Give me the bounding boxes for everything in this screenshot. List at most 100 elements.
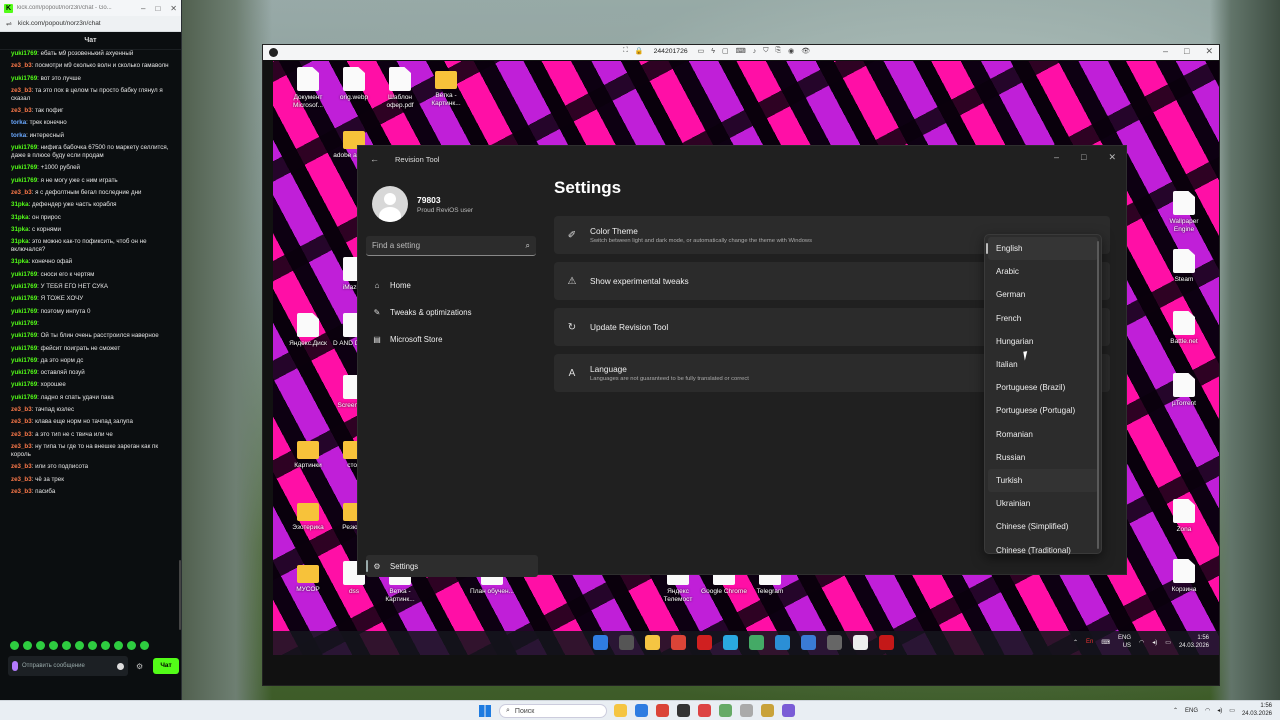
back-arrow-icon[interactable]: ←: [370, 154, 379, 164]
app-icon[interactable]: [761, 704, 774, 717]
language-option[interactable]: Russian: [988, 446, 1098, 469]
app-icon[interactable]: [782, 704, 795, 717]
emote-icon[interactable]: [140, 641, 149, 650]
windows-start-icon[interactable]: [593, 635, 608, 650]
close-icon[interactable]: ✕: [170, 4, 177, 13]
app-icon[interactable]: [719, 704, 732, 717]
emote-icon[interactable]: [23, 641, 32, 650]
close-icon[interactable]: ✕: [1108, 152, 1116, 163]
keyboard-icon[interactable]: ⌨: [736, 47, 746, 55]
sidebar-item-home[interactable]: ⌂ Home: [366, 274, 538, 296]
chevron-up-icon[interactable]: ⌃: [1173, 707, 1178, 714]
sidebar-item-store[interactable]: ▤ Microsoft Store: [366, 328, 538, 350]
chat-username[interactable]: 31pka: [11, 238, 29, 245]
chat-username[interactable]: ze3_b3: [11, 107, 32, 114]
minimize-icon[interactable]: –: [1054, 152, 1059, 163]
windows-start-icon[interactable]: [479, 705, 491, 717]
chat-username[interactable]: yuki1769: [11, 283, 37, 290]
desktop-icon[interactable]: orig.webp: [329, 67, 379, 102]
app-icon[interactable]: [740, 704, 753, 717]
emote-icon[interactable]: [114, 641, 123, 650]
desktop-icon[interactable]: Эзотерика: [283, 499, 333, 532]
battery-icon[interactable]: ▭: [1229, 707, 1235, 714]
tray-en-indicator[interactable]: En: [1086, 639, 1093, 645]
chat-username[interactable]: yuki1769: [11, 295, 37, 302]
desktop-icon[interactable]: Корзина: [1159, 559, 1209, 594]
display-icon[interactable]: ▢: [722, 47, 729, 55]
language-option[interactable]: Italian: [988, 353, 1098, 376]
desktop-icon[interactable]: Ветка - Картинк...: [421, 67, 471, 108]
chat-username[interactable]: 31pka: [11, 201, 29, 208]
host-search-box[interactable]: ⌕ Поиск: [499, 704, 607, 718]
language-dropdown[interactable]: English Arabic German French Hungarian Italia…: [984, 234, 1102, 555]
desktop-icon[interactable]: Документ Microsof...: [283, 67, 333, 110]
language-option[interactable]: Portuguese (Brazil): [988, 376, 1098, 399]
settings-search-input[interactable]: Find a setting ⌕: [366, 236, 536, 256]
maximize-icon[interactable]: □: [155, 4, 160, 13]
chat-username[interactable]: ze3_b3: [11, 476, 32, 483]
emote-icon[interactable]: [88, 641, 97, 650]
keyboard-icon[interactable]: ⌨: [1101, 639, 1110, 646]
chat-url[interactable]: kick.com/popout/norz3n/chat: [18, 20, 101, 27]
sidebar-item-settings[interactable]: ⚙ Settings: [366, 555, 538, 577]
chat-username[interactable]: yuki1769: [11, 381, 37, 388]
desktop-icon[interactable]: Steam: [1159, 249, 1209, 284]
chat-username[interactable]: 31pka: [11, 214, 29, 221]
chat-username[interactable]: 31pka: [11, 226, 29, 233]
chat-send-button[interactable]: Чат: [153, 658, 179, 674]
maximize-icon[interactable]: □: [1184, 46, 1189, 57]
shield-icon[interactable]: ⛉: [763, 47, 768, 55]
emote-icon[interactable]: [101, 641, 110, 650]
chat-username[interactable]: yuki1769: [11, 164, 37, 171]
emote-icon[interactable]: [62, 641, 71, 650]
chat-username[interactable]: yuki1769: [11, 271, 37, 278]
desktop-icon[interactable]: Zona: [1159, 499, 1209, 534]
language-option[interactable]: Ukrainian: [988, 492, 1098, 515]
app-icon[interactable]: [749, 635, 764, 650]
chat-username[interactable]: ze3_b3: [11, 87, 32, 94]
emote-icon[interactable]: [36, 641, 45, 650]
chat-message-input[interactable]: Отправить сообщение: [8, 656, 128, 676]
chrome-icon[interactable]: [656, 704, 669, 717]
file-transfer-icon[interactable]: ⎘: [775, 47, 781, 55]
chat-scrollbar[interactable]: [179, 560, 181, 630]
eye-icon[interactable]: 👁: [801, 47, 810, 55]
chat-username[interactable]: yuki1769: [11, 345, 37, 352]
app-icon[interactable]: [879, 635, 894, 650]
chat-username[interactable]: yuki1769: [11, 75, 37, 82]
chat-username[interactable]: ze3_b3: [11, 406, 32, 413]
language-option[interactable]: Turkish: [988, 468, 1098, 493]
desktop-icon[interactable]: Яндекс.Диск: [283, 313, 333, 348]
telegram-icon[interactable]: [723, 635, 738, 650]
chat-username[interactable]: yuki1769: [11, 357, 37, 364]
language-option[interactable]: Chinese (Traditional): [988, 538, 1098, 561]
sidebar-item-tweaks[interactable]: ✎ Tweaks & optimizations: [366, 301, 538, 323]
language-option[interactable]: English: [986, 237, 1098, 261]
maximize-icon[interactable]: □: [1081, 152, 1086, 163]
file-explorer-icon[interactable]: [614, 704, 627, 717]
app-icon[interactable]: [698, 704, 711, 717]
chat-username[interactable]: ze3_b3: [11, 463, 32, 470]
desktop-icon[interactable]: µTorrent: [1159, 373, 1209, 408]
app-icon[interactable]: [635, 704, 648, 717]
language-option[interactable]: Hungarian: [988, 330, 1098, 353]
chat-username[interactable]: yuki1769: [11, 308, 37, 315]
chrome-icon[interactable]: [671, 635, 686, 650]
emote-icon[interactable]: [10, 641, 19, 650]
volume-icon[interactable]: ◂): [1217, 707, 1222, 714]
chat-username[interactable]: ze3_b3: [11, 418, 32, 425]
chat-username[interactable]: ze3_b3: [11, 62, 32, 69]
chat-username[interactable]: yuki1769: [11, 394, 37, 401]
chat-username[interactable]: torka: [11, 119, 26, 126]
host-clock[interactable]: 1:56 24.03.2026: [1242, 703, 1272, 718]
search-icon[interactable]: ⌕: [526, 241, 530, 251]
file-explorer-icon[interactable]: [645, 635, 660, 650]
app-icon[interactable]: [677, 704, 690, 717]
chat-icon[interactable]: ▭: [698, 47, 705, 55]
chat-username[interactable]: 31pka: [11, 258, 29, 265]
chat-username[interactable]: ze3_b3: [11, 443, 32, 450]
language-option[interactable]: Portuguese (Portugal): [988, 399, 1098, 422]
chevron-up-icon[interactable]: ⌃: [1073, 639, 1078, 646]
emote-icon[interactable]: [49, 641, 58, 650]
desktop-icon[interactable]: МУСОР: [283, 561, 333, 594]
